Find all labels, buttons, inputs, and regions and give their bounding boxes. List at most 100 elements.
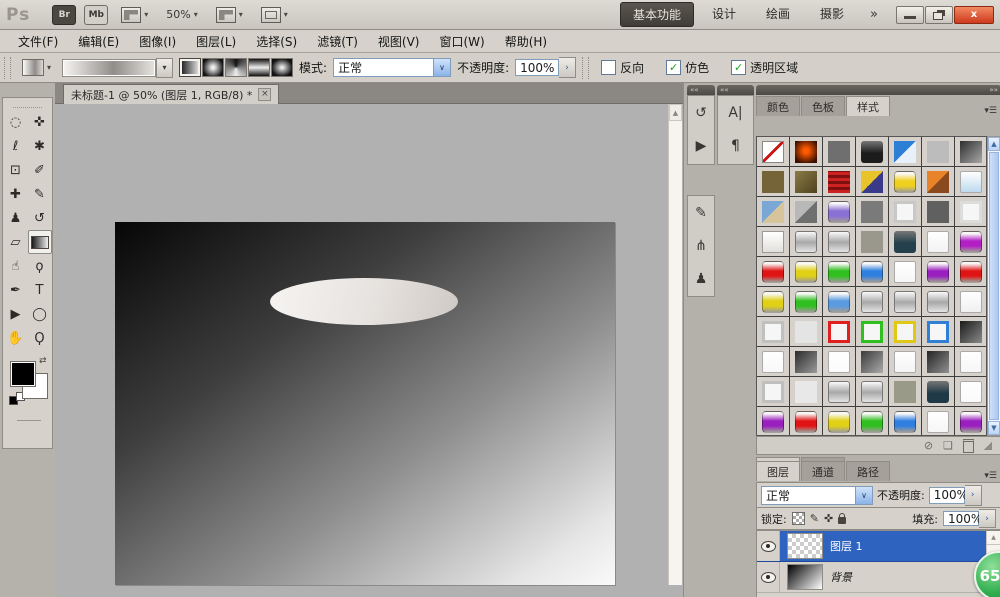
menu-item[interactable]: 图像(I) xyxy=(129,30,186,53)
restore-button[interactable] xyxy=(925,6,953,24)
reflected-gradient-button[interactable] xyxy=(248,58,270,77)
style-swatch[interactable] xyxy=(960,411,982,433)
brushes-panel-icon[interactable]: ✎ xyxy=(688,196,714,229)
tool-zoom-tool[interactable]: Ϙ xyxy=(28,326,52,350)
style-swatch[interactable] xyxy=(960,351,982,373)
layer-visibility-cell[interactable] xyxy=(757,531,780,561)
style-swatch[interactable] xyxy=(828,141,850,163)
style-swatch[interactable] xyxy=(795,411,817,433)
paragraph-panel-icon[interactable]: ¶ xyxy=(718,129,753,162)
lock-paint-icon[interactable]: ✎ xyxy=(810,512,819,525)
angle-gradient-button[interactable] xyxy=(225,58,247,77)
menu-item[interactable]: 文件(F) xyxy=(8,30,68,53)
style-swatch[interactable] xyxy=(927,231,949,253)
foreground-color[interactable] xyxy=(11,362,35,386)
style-swatch[interactable] xyxy=(927,141,949,163)
tool-hand[interactable]: ✋ xyxy=(4,326,28,350)
style-swatch[interactable] xyxy=(861,141,883,163)
style-swatch[interactable] xyxy=(828,381,850,403)
gradient-editor-button[interactable]: ▾ xyxy=(62,58,173,78)
layer-row[interactable]: 图层 1 xyxy=(757,531,1000,562)
layer-thumbnail[interactable] xyxy=(787,533,823,559)
layers-tab-通道[interactable]: 通道 xyxy=(801,461,845,481)
workspace-button[interactable]: 基本功能 xyxy=(620,2,694,27)
delete-style-button[interactable] xyxy=(963,439,974,453)
style-swatch[interactable] xyxy=(795,231,817,253)
screen-mode-button[interactable]: ▾ xyxy=(256,5,293,25)
bridge-button[interactable]: Br xyxy=(52,5,76,25)
style-swatch[interactable] xyxy=(861,351,883,373)
style-swatch[interactable] xyxy=(795,201,817,223)
dock-collapse-left-a[interactable]: «« xyxy=(687,85,715,95)
style-swatch[interactable] xyxy=(861,411,883,433)
style-swatch[interactable] xyxy=(762,381,784,403)
style-swatch[interactable] xyxy=(894,351,916,373)
reverse-checkbox-box[interactable] xyxy=(601,60,616,75)
tool-crop[interactable]: ⊡ xyxy=(4,158,28,182)
style-swatch[interactable] xyxy=(960,261,982,283)
style-swatch[interactable] xyxy=(894,201,916,223)
style-swatch[interactable] xyxy=(894,231,916,253)
style-swatch[interactable] xyxy=(861,201,883,223)
linear-gradient-button[interactable] xyxy=(179,58,201,77)
style-swatch[interactable] xyxy=(795,351,817,373)
layer-fill-value[interactable]: 100% xyxy=(943,511,979,526)
style-swatch[interactable] xyxy=(762,231,784,253)
style-swatch[interactable] xyxy=(927,411,949,433)
style-swatch[interactable] xyxy=(927,321,949,343)
actions-panel-icon[interactable]: ▶ xyxy=(688,129,714,162)
style-swatch[interactable] xyxy=(762,411,784,433)
opacity-slider-arrow[interactable]: › xyxy=(559,57,576,78)
style-swatch[interactable] xyxy=(927,201,949,223)
dither-checkbox-box[interactable]: ✓ xyxy=(666,60,681,75)
menu-item[interactable]: 图层(L) xyxy=(186,30,246,53)
style-swatch[interactable] xyxy=(894,291,916,313)
checkbox-dither[interactable]: ✓仿色 xyxy=(666,59,709,76)
scroll-up-icon[interactable]: ▲ xyxy=(988,137,1000,151)
tool-move[interactable]: ✜ xyxy=(28,110,52,134)
layer-opacity-arrow[interactable]: › xyxy=(965,485,982,506)
style-swatch[interactable] xyxy=(828,201,850,223)
layers-tab-图层[interactable]: 图层 xyxy=(756,461,800,481)
layer-opacity-value[interactable]: 100% xyxy=(929,487,965,504)
lock-position-icon[interactable]: ✜ xyxy=(824,512,833,525)
style-swatch[interactable] xyxy=(861,261,883,283)
tool-brush[interactable]: ✎ xyxy=(28,182,52,206)
workspace-button[interactable]: 设计 xyxy=(700,2,748,27)
tool-elliptical-marquee[interactable]: ◌ xyxy=(4,110,28,134)
style-swatch[interactable] xyxy=(828,291,850,313)
tab-颜色[interactable]: 颜色 xyxy=(756,96,800,116)
tool-gradient[interactable] xyxy=(28,230,52,254)
scroll-thumb[interactable] xyxy=(989,152,999,420)
style-swatch[interactable] xyxy=(828,351,850,373)
tool-smudge[interactable]: ☝ xyxy=(4,254,28,278)
menu-item[interactable]: 编辑(E) xyxy=(68,30,129,53)
style-swatch[interactable] xyxy=(828,321,850,343)
style-swatch[interactable] xyxy=(960,171,982,193)
clear-style-button[interactable]: ⊘ xyxy=(924,439,933,452)
dock-collapse-left-b[interactable]: «« xyxy=(717,85,754,95)
tool-ellipse-shape[interactable]: ◯ xyxy=(28,302,52,326)
tab-close-icon[interactable]: × xyxy=(258,88,271,101)
style-swatch[interactable] xyxy=(828,171,850,193)
radial-gradient-button[interactable] xyxy=(202,58,224,77)
layer-fill-field[interactable]: 100% › xyxy=(943,509,996,528)
gradient-preview[interactable] xyxy=(62,59,156,77)
style-swatch[interactable] xyxy=(960,291,982,313)
canvas[interactable] xyxy=(115,222,615,585)
panel-menu-icon[interactable]: ▾☰ xyxy=(980,106,1000,116)
style-swatch[interactable] xyxy=(795,171,817,193)
minimize-button[interactable] xyxy=(896,6,924,24)
style-swatch[interactable] xyxy=(762,321,784,343)
style-swatch[interactable] xyxy=(762,141,784,163)
layer-blend-mode-select[interactable]: 正常 ∨ xyxy=(761,486,873,505)
workspace-button[interactable]: 摄影 xyxy=(808,2,856,27)
tab-色板[interactable]: 色板 xyxy=(801,96,845,116)
scroll-up-icon[interactable]: ▲ xyxy=(987,531,1000,545)
scroll-up-icon[interactable]: ▲ xyxy=(669,104,682,121)
view-extras-button[interactable]: ▾ xyxy=(116,5,153,25)
style-swatch[interactable] xyxy=(762,171,784,193)
opacity-field[interactable]: 100% › xyxy=(515,57,576,78)
style-swatch[interactable] xyxy=(894,411,916,433)
style-swatch[interactable] xyxy=(960,141,982,163)
